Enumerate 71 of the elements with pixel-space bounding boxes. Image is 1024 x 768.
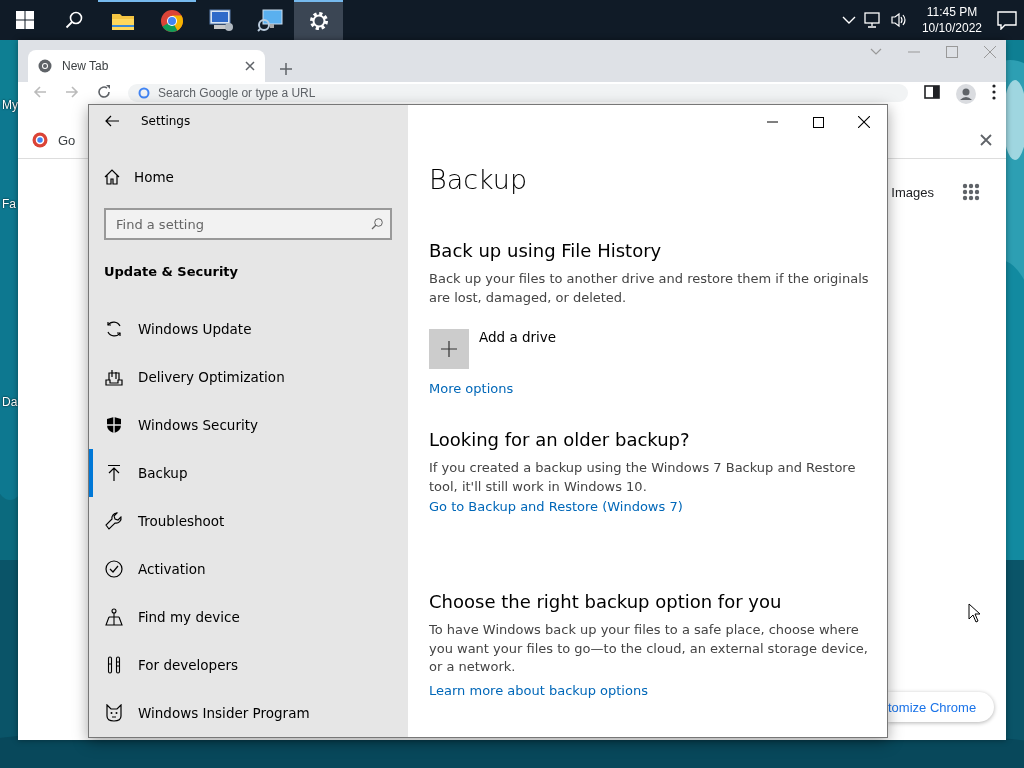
cursor-icon [968, 603, 982, 623]
nav-item[interactable]: Windows Update [89, 305, 408, 353]
browser-icon [32, 132, 48, 148]
clock[interactable]: 11:45 PM 10/10/2022 [915, 4, 988, 36]
cat-icon [105, 704, 123, 722]
home-link[interactable]: Home [89, 167, 408, 187]
customize-button[interactable]: tomize Chrome [888, 692, 995, 722]
apps-grid-icon[interactable] [962, 183, 980, 201]
tray-icon [105, 368, 123, 386]
home-icon [104, 169, 120, 186]
search-field[interactable]: Find a setting [104, 208, 392, 240]
search-icon [371, 218, 383, 230]
tools-icon [107, 656, 121, 674]
windows-logo-icon [15, 11, 34, 29]
gear-icon [307, 10, 330, 32]
nav-item[interactable]: Delivery Optimization [89, 353, 408, 401]
browser-icon [159, 9, 184, 33]
browser-icon [38, 59, 52, 73]
menu-icon[interactable] [992, 84, 996, 100]
browser-tab[interactable]: New Tab [28, 50, 265, 82]
profile-icon[interactable] [956, 84, 976, 104]
computer-icon [207, 8, 234, 32]
plus-icon [441, 341, 457, 357]
section-title: Looking for an older backup? [429, 428, 691, 452]
notification-icon[interactable] [996, 10, 1018, 30]
taskbar-app-button[interactable] [294, 0, 343, 40]
nav-item[interactable]: Find my device [89, 593, 408, 641]
sidebar-icon[interactable] [924, 84, 940, 100]
address-bar[interactable]: Search Google or type a URL [128, 84, 908, 102]
nav-item[interactable]: Windows Insider Program [89, 689, 408, 737]
maximize-icon [812, 116, 824, 128]
close-icon[interactable] [245, 61, 255, 71]
shield-icon [106, 416, 122, 434]
back-arrow-icon[interactable] [105, 115, 119, 128]
link[interactable]: Learn more about backup options [429, 682, 648, 698]
link[interactable]: Go to Backup and Restore (Windows 7) [429, 499, 683, 514]
section-heading: Update & Security [104, 263, 240, 281]
search-icon [64, 11, 83, 29]
nav-item[interactable]: Troubleshoot [89, 497, 408, 545]
speaker-icon[interactable] [889, 12, 908, 28]
monitor-icon [256, 8, 283, 32]
nav-item[interactable]: Windows Security [89, 401, 408, 449]
nav-item[interactable]: Activation [89, 545, 408, 593]
link[interactable]: More options [429, 381, 514, 396]
nav-item[interactable]: For developers [89, 641, 408, 689]
wrench-icon [105, 512, 123, 530]
folder-icon [110, 11, 135, 31]
upload-icon [106, 464, 122, 482]
check-circle-icon [105, 560, 123, 578]
add-drive-button[interactable]: Add a drive [429, 325, 557, 369]
desktop-icon-label[interactable]: Fa [2, 197, 16, 211]
plus-icon[interactable] [279, 62, 293, 76]
person-icon [105, 608, 123, 626]
close-icon [858, 116, 870, 128]
close-icon[interactable] [980, 134, 992, 146]
bookmark-link[interactable]: Go [58, 132, 76, 148]
section-description: To have Windows back up your files to a safe place, choose where you want your files to go—to the cloud, an external storage device, or a network. [429, 621, 869, 676]
network-icon[interactable] [863, 12, 882, 28]
window-title: Settings [141, 114, 191, 129]
page-link[interactable]: Images [891, 184, 934, 200]
minimize-icon [766, 121, 778, 123]
page-title: Backup [429, 163, 529, 197]
nav-item[interactable]: Backup [89, 449, 408, 497]
section-description: Back up your files to another drive and restore them if the originals are lost, damaged, or deleted. [429, 270, 869, 307]
desktop-icon-label[interactable]: My [2, 98, 18, 112]
section-description: If you created a backup using the Windows 7 Backup and Restore tool, it'll still work in Windows 10. [429, 459, 857, 496]
desktop-icon-label[interactable]: Da [2, 395, 18, 409]
section-title: Choose the right backup option for you [429, 590, 783, 614]
section-title: Back up using File History [429, 239, 663, 263]
reload-icon[interactable] [96, 84, 112, 100]
sync-icon [105, 320, 123, 338]
